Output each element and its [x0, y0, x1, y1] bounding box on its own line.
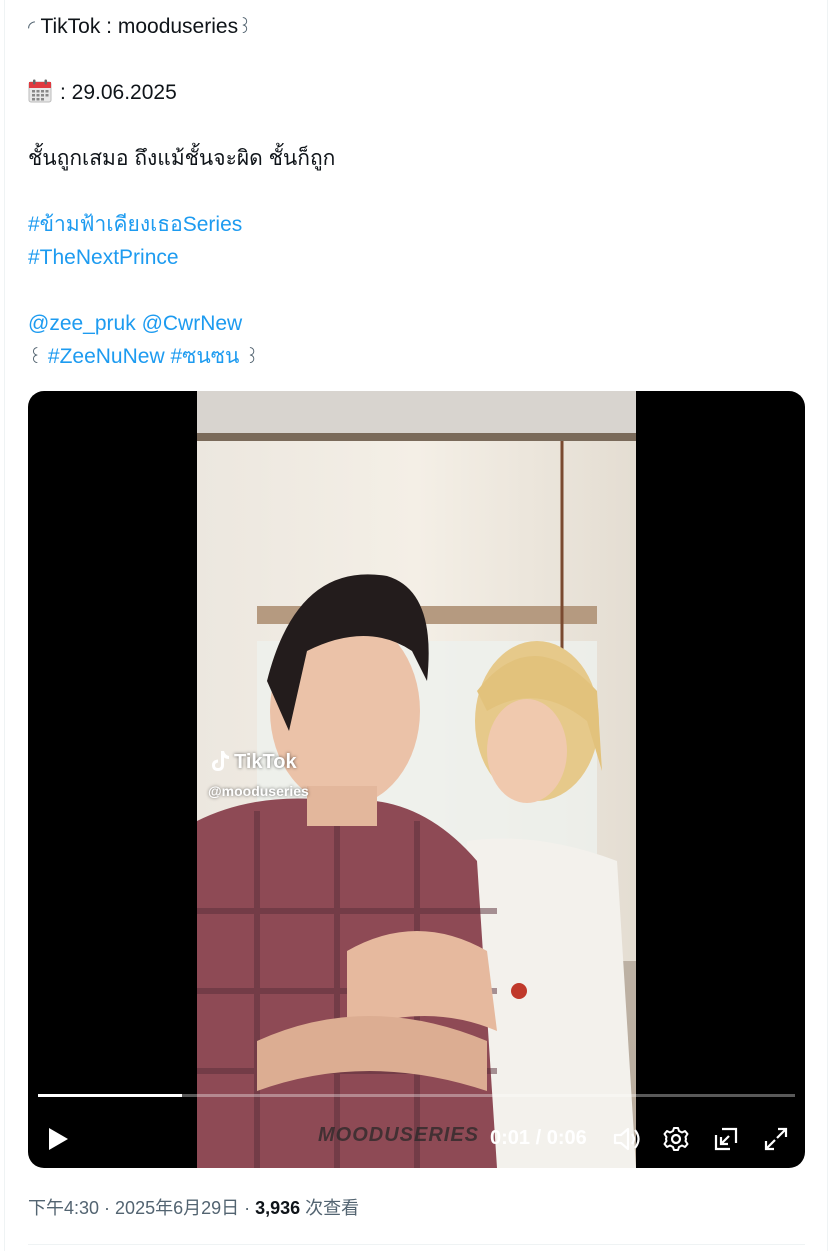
calendar-icon [28, 79, 52, 103]
video-controls: 0:01 / 0:06 [28, 1119, 805, 1159]
tweet-time[interactable]: 下午4:30 [28, 1198, 99, 1218]
deco-open: ◜ [28, 17, 35, 37]
tiktok-handle: @mooduseries [208, 783, 309, 799]
tiktok-note-icon [210, 749, 230, 773]
tiktok-brand: TikTok [234, 751, 297, 773]
settings-icon [663, 1127, 689, 1151]
line-hashtags: ꒰ #ZeeNuNew #ซนซน ꒱ [28, 340, 808, 373]
hashtag-link[interactable]: #TheNextPrince [28, 241, 808, 274]
video-frame [197, 391, 636, 1168]
tiktok-overlay-logo: TikTok [210, 749, 297, 774]
view-count: 3,936 [255, 1198, 301, 1218]
video-player[interactable]: TikTok @mooduseries MOODUSERIES 0:01 / 0… [28, 391, 805, 1168]
pip-button[interactable] [710, 1119, 742, 1159]
divider [28, 1244, 805, 1245]
deco-left: ꒰ [28, 347, 43, 367]
settings-button[interactable] [660, 1119, 692, 1159]
line-tiktok: ◜ TikTok : mooduseries꒱ [28, 10, 808, 43]
pip-icon [714, 1127, 738, 1151]
fullscreen-icon [764, 1127, 788, 1151]
mention-link[interactable]: @CwrNew [142, 312, 243, 335]
progress-bar[interactable] [38, 1094, 795, 1097]
volume-icon [613, 1127, 640, 1151]
separator: · [99, 1198, 116, 1218]
volume-button[interactable] [611, 1119, 643, 1159]
hashtag-link[interactable]: #ข้ามฟ้าเคียงเธอSeries [28, 208, 808, 241]
tweet-text: ◜ TikTok : mooduseries꒱ : 29.06.2025 ชั้… [28, 10, 808, 373]
time-display: 0:01 / 0:06 [490, 1127, 587, 1149]
play-button[interactable] [42, 1119, 74, 1159]
separator: · [239, 1198, 256, 1218]
date-text: : 29.06.2025 [60, 81, 177, 104]
mention-link[interactable]: @zee_pruk [28, 312, 136, 335]
hashtag-link[interactable]: #ZeeNuNew [48, 345, 165, 368]
line-mentions: @zee_pruk @CwrNew [28, 307, 808, 340]
hashtag-link[interactable]: #ซนซน [170, 345, 239, 368]
play-icon [49, 1128, 68, 1150]
thai-text: ชั้นถูกเสมอ ถึงแม้ชั้นจะผิด ชั้นก็ถูก [28, 147, 336, 170]
line-date: : 29.06.2025 [28, 76, 808, 109]
deco-close: ꒱ [238, 17, 253, 37]
views-label: 次查看 [300, 1198, 360, 1218]
tweet-meta: 下午4:30 · 2025年6月29日 · 3,936 次查看 [28, 1194, 359, 1220]
tweet-date[interactable]: 2025年6月29日 [115, 1198, 239, 1218]
fullscreen-button[interactable] [760, 1119, 792, 1159]
tiktok-line-text: TikTok : mooduseries [40, 15, 239, 38]
progress-fill [38, 1094, 182, 1097]
deco-right: ꒱ [245, 347, 260, 367]
